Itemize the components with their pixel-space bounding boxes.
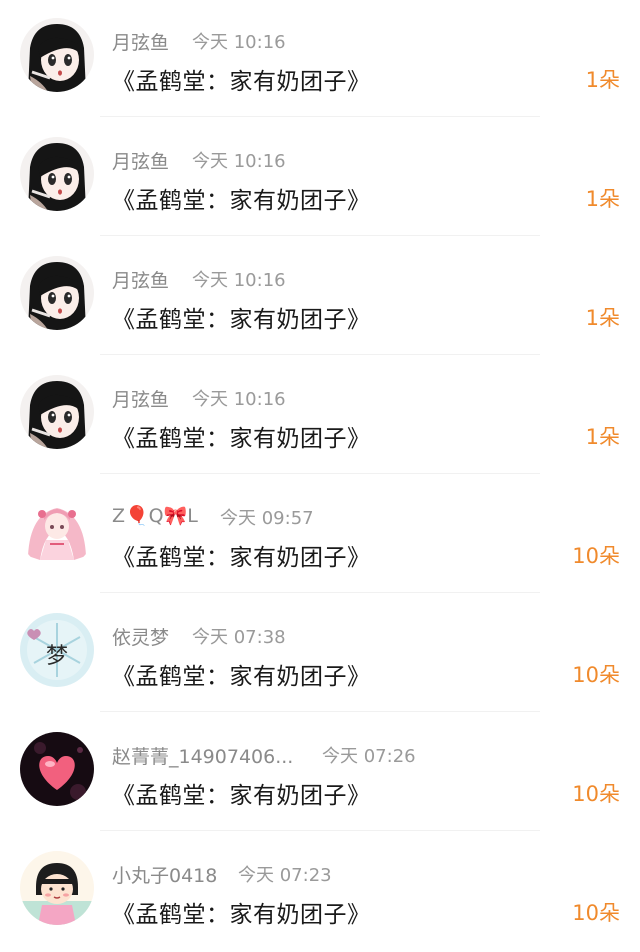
avatar[interactable]: 梦	[20, 613, 94, 687]
username[interactable]: 小丸子0418	[112, 861, 217, 888]
book-title[interactable]: 《孟鹤堂：家有奶团子》	[112, 657, 371, 691]
divider	[100, 116, 540, 117]
gift-amount: 1朵	[585, 68, 620, 92]
timestamp: 今天 07:38	[192, 627, 286, 648]
book-title[interactable]: 《孟鹤堂：家有奶团子》	[112, 62, 371, 96]
list-item[interactable]: 小丸子0418 今天 07:23 《孟鹤堂：家有奶团子》 10朵	[0, 833, 640, 952]
username[interactable]: 依灵梦	[112, 623, 169, 650]
book-title[interactable]: 《孟鹤堂：家有奶团子》	[112, 538, 371, 572]
timestamp: 今天 07:26	[322, 746, 416, 767]
username[interactable]: 月弦鱼	[112, 266, 169, 293]
divider	[100, 830, 540, 831]
gift-record-list: 月弦鱼 今天 10:16 《孟鹤堂：家有奶团子》 1朵 月弦鱼 今天 10:16	[0, 0, 640, 952]
list-item[interactable]: 月弦鱼 今天 10:16 《孟鹤堂：家有奶团子》 1朵	[0, 238, 640, 358]
list-item[interactable]: 月弦鱼 今天 10:16 《孟鹤堂：家有奶团子》 1朵	[0, 0, 640, 120]
timestamp: 今天 10:16	[192, 389, 286, 410]
username[interactable]: Z🎈Q🎀L	[112, 504, 198, 527]
username[interactable]: 月弦鱼	[112, 28, 169, 55]
avatar[interactable]	[20, 494, 94, 568]
avatar[interactable]	[20, 851, 94, 925]
timestamp: 今天 10:16	[192, 270, 286, 291]
book-title[interactable]: 《孟鹤堂：家有奶团子》	[112, 181, 371, 215]
divider	[100, 354, 540, 355]
pink-heart-avatar-icon	[20, 732, 94, 806]
avatar[interactable]	[20, 18, 94, 92]
timestamp: 今天 10:16	[192, 32, 286, 53]
chibi-maruko-avatar-icon	[20, 851, 94, 925]
list-item[interactable]: Z🎈Q🎀L 今天 09:57 《孟鹤堂：家有奶团子》 10朵	[0, 476, 640, 596]
username[interactable]: 月弦鱼	[112, 385, 169, 412]
snowflake-meng-avatar-icon: 梦	[20, 613, 94, 687]
divider	[100, 711, 540, 712]
list-item[interactable]: 月弦鱼 今天 10:16 《孟鹤堂：家有奶团子》 1朵	[0, 357, 640, 477]
gift-amount: 10朵	[572, 544, 620, 568]
anime-girl-dark-hair-avatar-icon	[20, 18, 94, 92]
anime-girl-dark-hair-avatar-icon	[20, 137, 94, 211]
username[interactable]: 月弦鱼	[112, 147, 169, 174]
gift-amount: 1朵	[585, 187, 620, 211]
gift-amount: 10朵	[572, 663, 620, 687]
book-title[interactable]: 《孟鹤堂：家有奶团子》	[112, 776, 371, 810]
book-title[interactable]: 《孟鹤堂：家有奶团子》	[112, 300, 371, 334]
divider	[100, 473, 540, 474]
gift-amount: 1朵	[585, 306, 620, 330]
timestamp: 今天 07:23	[238, 865, 332, 886]
anime-girl-dark-hair-avatar-icon	[20, 256, 94, 330]
timestamp: 今天 09:57	[220, 508, 314, 529]
pink-anime-girl-avatar-icon	[20, 494, 94, 568]
list-item[interactable]: 梦 依灵梦 今天 07:38 《孟鹤堂：家有奶团子》 10朵	[0, 595, 640, 715]
list-item[interactable]: 赵菁菁_14907406... 今天 07:26 《孟鹤堂：家有奶团子》 10朵	[0, 714, 640, 834]
avatar[interactable]	[20, 256, 94, 330]
book-title[interactable]: 《孟鹤堂：家有奶团子》	[112, 895, 371, 929]
list-item[interactable]: 月弦鱼 今天 10:16 《孟鹤堂：家有奶团子》 1朵	[0, 119, 640, 239]
gift-amount: 1朵	[585, 425, 620, 449]
avatar[interactable]	[20, 375, 94, 449]
divider	[100, 235, 540, 236]
avatar[interactable]	[20, 137, 94, 211]
avatar[interactable]	[20, 732, 94, 806]
divider	[100, 592, 540, 593]
timestamp: 今天 10:16	[192, 151, 286, 172]
username[interactable]: 赵菁菁_14907406...	[112, 742, 293, 769]
gift-amount: 10朵	[572, 901, 620, 925]
gift-amount: 10朵	[572, 782, 620, 806]
svg-text:梦: 梦	[46, 644, 68, 669]
anime-girl-dark-hair-avatar-icon	[20, 375, 94, 449]
book-title[interactable]: 《孟鹤堂：家有奶团子》	[112, 419, 371, 453]
